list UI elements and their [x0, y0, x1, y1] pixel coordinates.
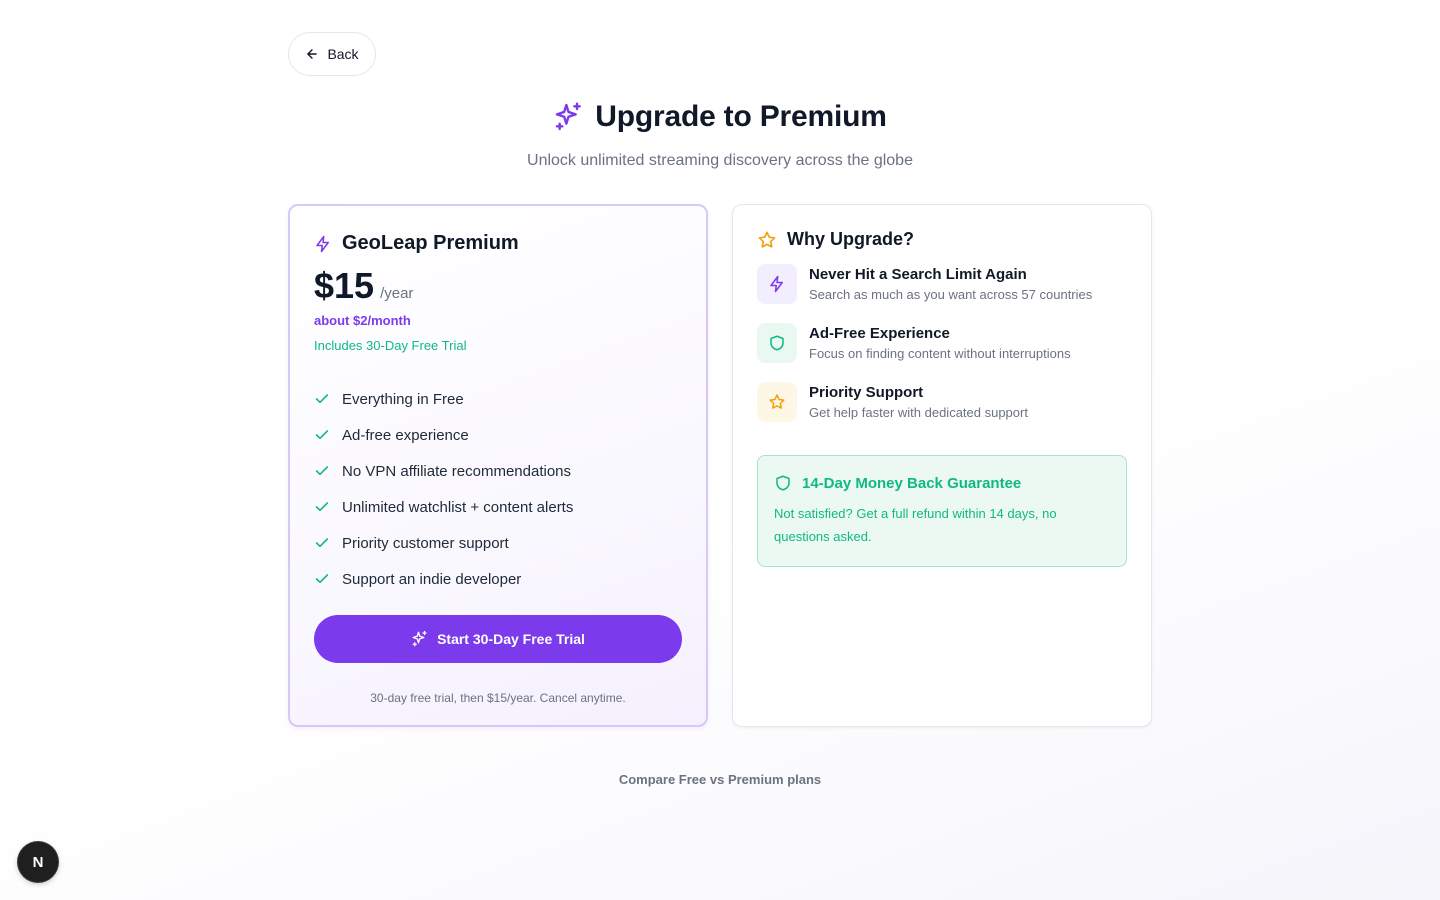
- shield-icon: [776, 475, 790, 491]
- money-back-guarantee: 14-Day Money Back Guarantee Not satisfie…: [757, 455, 1127, 567]
- feature-label: Everything in Free: [342, 390, 464, 408]
- arrow-left-icon: [307, 49, 318, 59]
- why-title: Why Upgrade?: [787, 229, 915, 249]
- feature-label: Priority customer support: [342, 534, 509, 552]
- back-button[interactable]: Back: [288, 32, 376, 76]
- plan-period: /year: [380, 285, 414, 302]
- check-icon: [315, 466, 329, 476]
- list-item: Priority Support Get help faster with de…: [757, 382, 1127, 441]
- list-item: Everything in Free: [314, 381, 682, 417]
- benefit-icon-box: [757, 323, 797, 363]
- why-upgrade-card: Why Upgrade? Never Hit a Search Limit Ag…: [732, 204, 1152, 727]
- benefit-title: Never Hit a Search Limit Again: [809, 266, 1027, 283]
- page-title: Upgrade to Premium: [595, 100, 887, 133]
- plan-name: GeoLeap Premium: [342, 232, 519, 254]
- start-trial-label: Start 30-Day Free Trial: [437, 631, 585, 647]
- page-header: Upgrade to Premium Unlock unlimited stre…: [0, 100, 1440, 170]
- benefit-desc: Get help faster with dedicated support: [809, 405, 1028, 420]
- feature-label: Unlimited watchlist + content alerts: [342, 498, 574, 516]
- check-icon: [315, 538, 329, 548]
- list-item: Support an indie developer: [314, 561, 682, 597]
- benefit-text: Ad-Free Experience Focus on finding cont…: [809, 323, 1071, 382]
- guarantee-title: 14-Day Money Back Guarantee: [802, 474, 1022, 492]
- list-item: No VPN affiliate recommendations: [314, 453, 682, 489]
- benefit-desc: Search as much as you want across 57 cou…: [809, 287, 1093, 302]
- trial-fineprint: 30-day free trial, then $15/year. Cancel…: [370, 691, 626, 705]
- title-row: Upgrade to Premium: [553, 100, 887, 134]
- sparkles-icon: [412, 630, 427, 647]
- trial-note: Includes 30-Day Free Trial: [314, 338, 467, 353]
- dev-tools-badge[interactable]: N: [18, 842, 58, 882]
- feature-list: Everything in Free Ad-free experience No…: [314, 381, 682, 597]
- list-item: Ad-free experience: [314, 417, 682, 453]
- lightning-icon: [316, 235, 329, 252]
- list-item: Ad-Free Experience Focus on finding cont…: [757, 323, 1127, 382]
- check-icon: [315, 394, 329, 404]
- premium-plan-card: GeoLeap Premium $15 /year about $2/month…: [288, 204, 708, 727]
- back-button-label: Back: [327, 46, 359, 62]
- check-icon: [315, 574, 329, 584]
- guarantee-desc: Not satisfied? Get a full refund within …: [774, 506, 1057, 544]
- benefit-list: Never Hit a Search Limit Again Search as…: [757, 264, 1127, 441]
- page-subtitle: Unlock unlimited streaming discovery acr…: [527, 152, 913, 169]
- price-row: $15 /year: [314, 265, 682, 307]
- list-item: Unlimited watchlist + content alerts: [314, 489, 682, 525]
- benefit-desc: Focus on finding content without interru…: [809, 346, 1071, 361]
- feature-label: No VPN affiliate recommendations: [342, 462, 571, 480]
- monthly-price: about $2/month: [314, 313, 411, 328]
- feature-label: Support an indie developer: [342, 570, 522, 588]
- benefit-title: Priority Support: [809, 384, 924, 401]
- check-icon: [315, 502, 329, 512]
- sparkles-icon: [556, 102, 582, 131]
- list-item: Never Hit a Search Limit Again Search as…: [757, 264, 1127, 323]
- benefit-text: Priority Support Get help faster with de…: [809, 382, 1028, 441]
- star-icon: [769, 394, 785, 409]
- benefit-text: Never Hit a Search Limit Again Search as…: [809, 264, 1092, 323]
- benefit-title: Ad-Free Experience: [809, 325, 950, 342]
- plan-name-row: GeoLeap Premium: [314, 232, 682, 255]
- star-icon: [758, 231, 776, 248]
- upgrade-page: Back Upgrade to Premium Unlock unlimited…: [0, 0, 1440, 900]
- check-icon: [315, 430, 329, 440]
- guarantee-title-row: 14-Day Money Back Guarantee: [774, 474, 1110, 492]
- list-item: Priority customer support: [314, 525, 682, 561]
- lightning-icon: [770, 275, 783, 293]
- why-title-row: Why Upgrade?: [757, 229, 1127, 250]
- benefit-icon-box: [757, 382, 797, 422]
- compare-plans-link[interactable]: Compare Free vs Premium plans: [0, 772, 1440, 787]
- feature-label: Ad-free experience: [342, 426, 469, 444]
- plan-price: $15: [314, 265, 375, 306]
- shield-icon: [770, 335, 784, 351]
- benefit-icon-box: [757, 264, 797, 304]
- start-trial-button[interactable]: Start 30-Day Free Trial: [314, 615, 682, 663]
